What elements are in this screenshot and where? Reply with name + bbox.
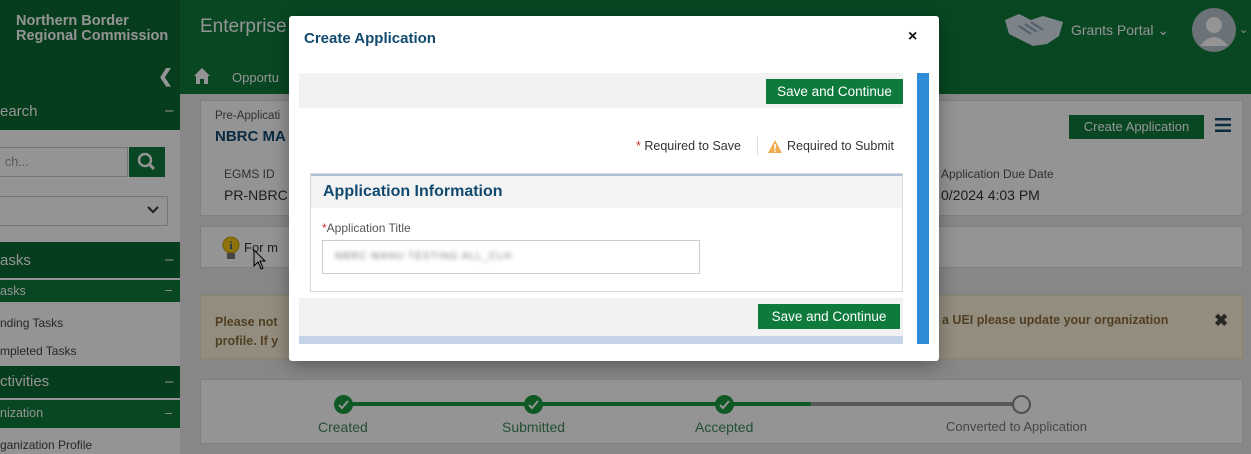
save-continue-button-top[interactable]: Save and Continue	[766, 79, 903, 104]
required-to-submit-label: Required to Submit	[787, 139, 895, 153]
application-title-label-text: Application Title	[326, 221, 411, 235]
application-title-value: NBRC MANU TESTING ALL_CLH	[335, 251, 513, 262]
dialog-scrollbar[interactable]	[917, 73, 929, 344]
dialog-title: Create Application	[304, 30, 436, 47]
section-bottom-band	[299, 336, 903, 344]
close-icon[interactable]: ×	[908, 28, 917, 46]
create-application-dialog: Create Application × Save and Continue *…	[289, 16, 939, 361]
section-title: Application Information	[323, 183, 503, 200]
application-information-section: Application Information *Application Tit…	[310, 173, 903, 292]
save-continue-button-bottom[interactable]: Save and Continue	[758, 304, 900, 329]
dialog-scroll-area[interactable]: Save and Continue * Required to Save Req…	[299, 73, 917, 344]
legend-divider	[757, 137, 758, 155]
application-title-input[interactable]: NBRC MANU TESTING ALL_CLH	[322, 240, 700, 274]
application-title-label: *Application Title	[322, 221, 411, 235]
required-to-save-label: Required to Save	[644, 139, 741, 153]
warning-icon	[768, 140, 782, 153]
section-header: Application Information	[311, 174, 902, 208]
required-to-save-legend: * Required to Save	[636, 139, 741, 153]
